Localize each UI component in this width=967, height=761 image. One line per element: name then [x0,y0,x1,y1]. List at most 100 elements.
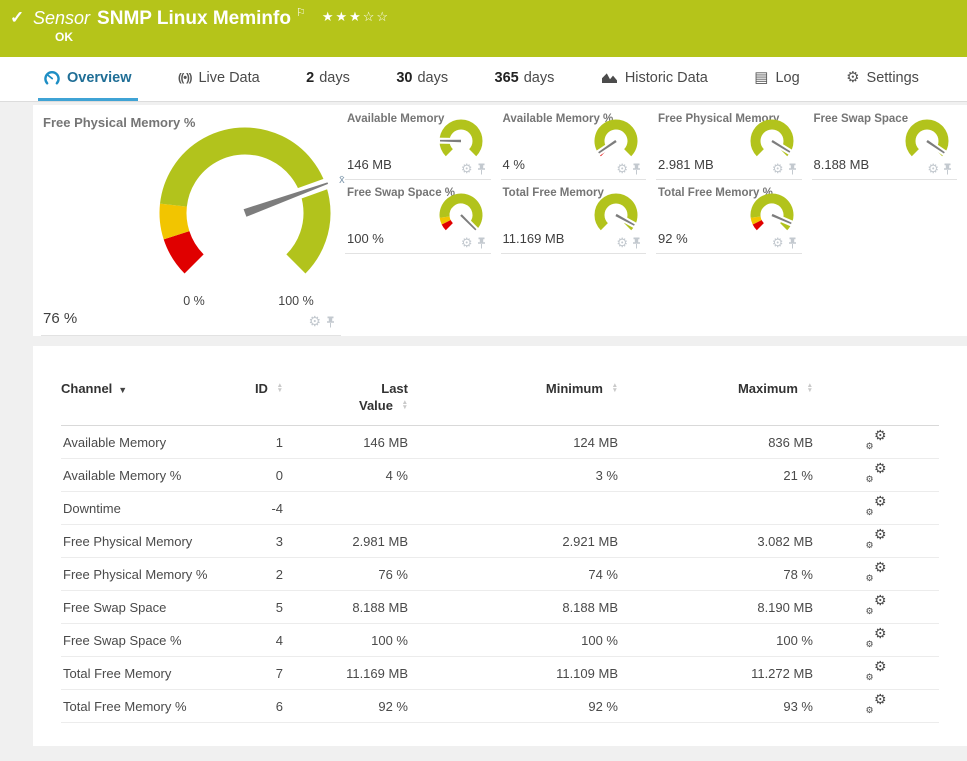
pin-icon[interactable] [477,163,486,175]
mini-gauge-actions: ⚙ [461,236,486,249]
channel-id: 2 [275,566,283,582]
sort-arrows-icon[interactable]: ▲ ▼ [807,382,813,394]
channel-table-card: Channel ▼ ID ▲ ▼ Last Value ▲ ▼ Minimum ▲ ▼ Maxim… [33,346,967,746]
channel-last-value: 76 % [378,566,408,582]
channel-table-header: Channel ▼ ID ▲ ▼ Last Value ▲ ▼ Minimum ▲ ▼ Maxim… [61,380,939,426]
pin-icon[interactable] [788,163,797,175]
status-badge: OK [55,30,73,44]
tab-live-data[interactable]: ((•)) Live Data [172,57,266,101]
tab-label: Log [775,69,800,86]
gear-icon[interactable]: ⚙ [308,314,321,328]
gear-icon[interactable]: ⚙ [616,162,628,175]
tab-365-days[interactable]: 365 days [489,57,561,101]
gear-icon[interactable]: ⚙ [461,236,473,249]
sensor-kind-label: Sensor [33,8,91,28]
channel-name[interactable]: Free Swap Space % [61,633,238,648]
main-gauge-panel: Free Physical Memory % x̄ 0 % 100 % 76 %… [33,105,345,336]
channel-name[interactable]: Free Swap Space [61,600,238,615]
channel-id: 7 [275,665,283,681]
channel-name[interactable]: Downtime [61,501,238,516]
channel-last-value: 2.981 MB [352,533,408,549]
gauge-scale-max: 100 % [278,294,314,308]
channel-settings-icon[interactable]: ⚙ ⚙ [866,428,887,451]
sort-arrows-icon[interactable]: ▲ ▼ [402,399,408,411]
mini-gauge [750,119,795,157]
column-header-maximum[interactable]: Maximum ▲ ▼ [618,380,813,397]
table-row: Free Swap Space % 4 100 % 100 % 100 % ⚙ ⚙ [61,624,939,657]
gear-icon[interactable]: ⚙ [772,236,784,249]
tab-label: days [417,69,449,86]
channel-minimum: 3 % [595,467,618,483]
channel-minimum: 74 % [588,566,618,582]
pin-icon[interactable] [788,237,797,249]
channel-settings-icon[interactable]: ⚙ ⚙ [866,461,887,484]
gear-icon[interactable]: ⚙ [927,162,939,175]
pin-icon[interactable] [632,237,641,249]
broadcast-icon: ((•)) [177,71,192,84]
tab-overview[interactable]: Overview [38,57,138,101]
tab-bar: Overview ((•)) Live Data 2 days 30 days 365 days… [0,57,967,102]
channel-name[interactable]: Total Free Memory [61,666,238,681]
column-header-last-value[interactable]: Last Value ▲ ▼ [283,380,408,414]
channel-name[interactable]: Free Physical Memory % [61,567,238,582]
table-row: Total Free Memory 7 11.169 MB 11.109 MB 11.2… [61,657,939,690]
channel-id: 1 [275,434,283,450]
mini-gauge-actions: ⚙ [772,162,797,175]
channel-id: 3 [275,533,283,549]
column-header-id[interactable]: ID ▲ ▼ [238,380,283,397]
channel-settings-icon[interactable]: ⚙ ⚙ [866,527,887,550]
channel-last-value: 4 % [385,467,408,483]
channel-maximum: 3.082 MB [757,533,813,549]
flag-icon[interactable]: ⚐ [296,7,306,19]
mini-gauge-actions: ⚙ [616,236,641,249]
pin-icon[interactable] [326,316,335,328]
channel-settings-icon[interactable]: ⚙ ⚙ [866,659,887,682]
gear-icon[interactable]: ⚙ [461,162,473,175]
mini-gauge-value: 100 % [347,231,384,246]
channel-name[interactable]: Total Free Memory % [61,699,238,714]
log-icon: ▤ [754,69,769,86]
divider [41,335,341,336]
rating-stars[interactable]: ★★★☆☆ [322,9,390,24]
channel-maximum: 11.272 MB [751,665,813,681]
channel-name[interactable]: Available Memory [61,435,238,450]
channel-name[interactable]: Free Physical Memory [61,534,238,549]
gear-icon[interactable]: ⚙ [616,236,628,249]
tab-label: days [319,69,350,86]
main-gauge: x̄ [159,127,345,274]
channel-id: -4 [271,500,283,516]
gear-icon: ⚙ [846,69,860,86]
tab-log[interactable]: ▤ Log [748,57,805,101]
pin-icon[interactable] [477,237,486,249]
pin-icon[interactable] [943,163,952,175]
table-row: Free Physical Memory 3 2.981 MB 2.921 MB 3.0… [61,525,939,558]
channel-maximum: 78 % [783,566,813,582]
mini-gauge-actions: ⚙ [927,162,952,175]
channel-settings-icon[interactable]: ⚙ ⚙ [866,494,887,517]
table-row: Available Memory 1 146 MB 124 MB 836 MB ⚙ ⚙ [61,426,939,459]
channel-maximum: 836 MB [768,434,813,450]
mini-gauge [594,193,640,231]
tab-settings[interactable]: ⚙ Settings [840,57,925,101]
tab-30-days[interactable]: 30 days [390,57,454,101]
channel-settings-icon[interactable]: ⚙ ⚙ [866,560,887,583]
tab-label: Overview [67,69,132,86]
gear-icon[interactable]: ⚙ [772,162,784,175]
channel-settings-icon[interactable]: ⚙ ⚙ [866,593,887,616]
mini-gauge-actions: ⚙ [772,236,797,249]
channel-settings-icon[interactable]: ⚙ ⚙ [866,692,887,715]
table-row: Free Physical Memory % 2 76 % 74 % 78 % ⚙ ⚙ [61,558,939,591]
tab-historic-data[interactable]: Historic Data [595,57,714,101]
channel-minimum: 2.921 MB [562,533,618,549]
tab-label: days [523,69,555,86]
channel-settings-icon[interactable]: ⚙ ⚙ [866,626,887,649]
channel-last-value: 8.188 MB [352,599,408,615]
channel-last-value: 92 % [378,698,408,714]
channel-name[interactable]: Available Memory % [61,468,238,483]
mini-gauge [905,119,950,158]
pin-icon[interactable] [632,163,641,175]
mini-gauge-value: 2.981 MB [658,157,714,172]
tab-2-days[interactable]: 2 days [300,57,356,101]
column-header-channel[interactable]: Channel ▼ [61,380,238,399]
column-header-minimum[interactable]: Minimum ▲ ▼ [408,380,618,397]
